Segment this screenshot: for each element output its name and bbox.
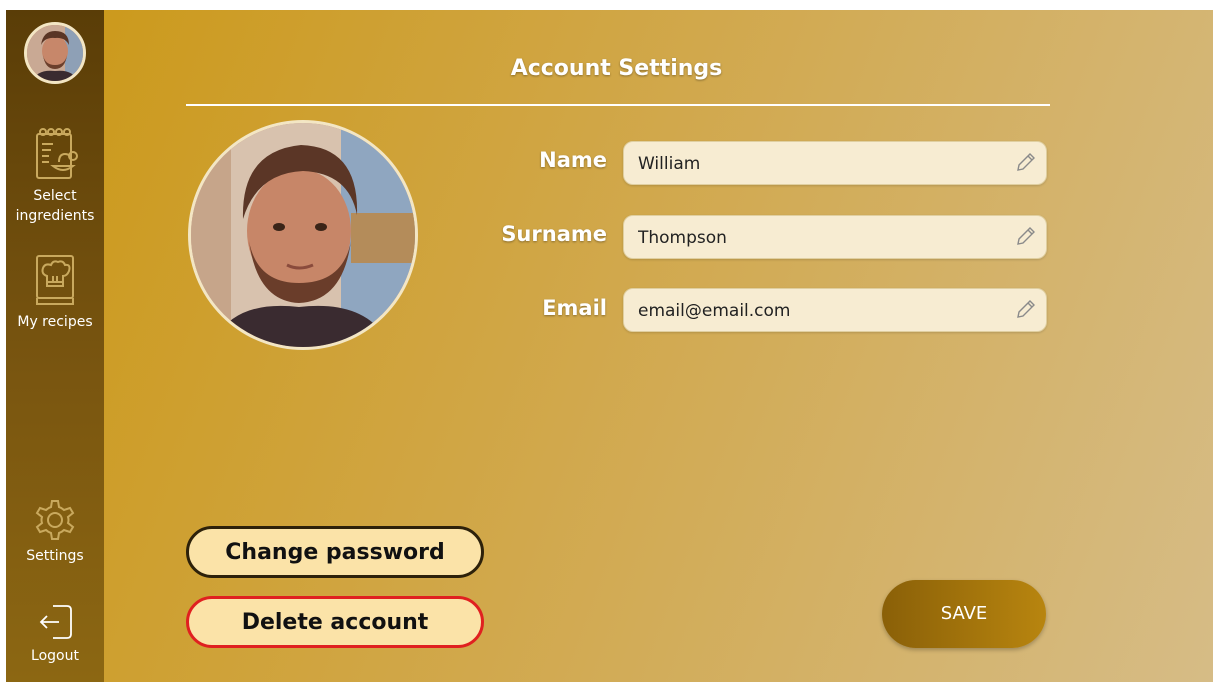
sidebar-item-label: Select ingredients <box>15 188 95 224</box>
gear-icon <box>35 500 75 540</box>
pencil-edit-icon[interactable] <box>1014 299 1036 321</box>
sidebar-item-label: Settings <box>26 548 84 564</box>
name-field[interactable] <box>623 141 1047 186</box>
sidebar: Select ingredients My recipes Settings L… <box>6 10 104 682</box>
sidebar-item-settings[interactable]: Settings <box>6 498 104 566</box>
sidebar-avatar[interactable] <box>24 22 86 84</box>
name-input[interactable] <box>636 142 1000 186</box>
pencil-edit-icon[interactable] <box>1014 226 1036 248</box>
profile-photo-icon <box>191 123 415 347</box>
recipe-book-icon <box>36 255 74 305</box>
avatar-portrait-icon <box>27 25 83 81</box>
delete-account-button[interactable]: Delete account <box>186 596 484 648</box>
app-frame: Select ingredients My recipes Settings L… <box>6 10 1213 682</box>
sidebar-item-logout[interactable]: Logout <box>6 602 104 666</box>
save-button[interactable]: SAVE <box>882 580 1046 648</box>
surname-field[interactable] <box>623 215 1047 260</box>
sidebar-item-label: Logout <box>31 648 79 664</box>
page-title: Account Settings <box>510 56 723 81</box>
sidebar-item-my-recipes[interactable]: My recipes <box>6 254 104 332</box>
pencil-edit-icon[interactable] <box>1014 152 1036 174</box>
main-panel: Account Settings Name William Surname Th… <box>104 10 1213 682</box>
name-label: Name <box>539 148 607 172</box>
surname-label: Surname <box>501 222 607 246</box>
email-input[interactable] <box>636 289 1000 333</box>
change-password-button[interactable]: Change password <box>186 526 484 578</box>
email-field[interactable] <box>623 288 1047 333</box>
email-label: Email <box>542 296 607 320</box>
sidebar-item-label: My recipes <box>17 314 93 330</box>
surname-input[interactable] <box>636 216 1000 260</box>
menu-recipe-icon <box>36 128 78 179</box>
profile-avatar[interactable] <box>188 120 418 350</box>
title-divider <box>186 104 1050 106</box>
sidebar-item-select-ingredients[interactable]: Select ingredients <box>6 126 104 226</box>
logout-icon <box>39 605 72 639</box>
